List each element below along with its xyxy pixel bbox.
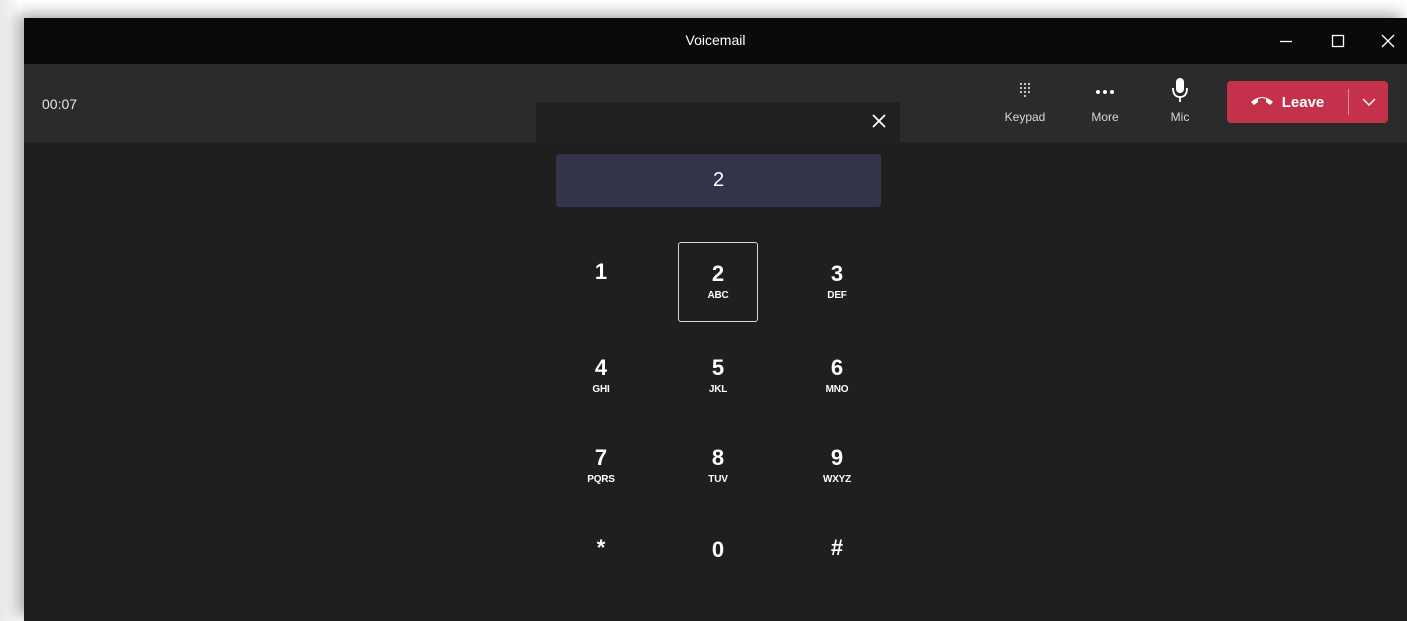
dial-key-digit: 7 — [594, 445, 608, 470]
dial-key-letters: GHI — [592, 384, 610, 395]
dial-key-letters: TUV — [708, 474, 728, 485]
dial-key-digit: * — [596, 535, 606, 560]
dial-key-5[interactable]: 5 JKL — [678, 336, 758, 416]
leave-button[interactable]: Leave — [1227, 81, 1347, 123]
dial-key-8[interactable]: 8 TUV — [678, 426, 758, 506]
leave-button-group: Leave — [1227, 81, 1388, 123]
dial-key-2[interactable]: 2 ABC — [678, 242, 758, 322]
close-icon — [1376, 29, 1400, 53]
dial-key-1[interactable]: 1 — [561, 232, 641, 312]
close-window-button[interactable] — [1376, 29, 1400, 53]
dial-key-digit: 1 — [594, 259, 608, 284]
dial-key-digit: # — [830, 535, 844, 560]
dial-key-9[interactable]: 9 WXYZ — [797, 426, 877, 506]
mic-label: Mic — [1170, 110, 1190, 124]
dialpad-header — [536, 102, 900, 142]
dial-key-digit: 4 — [594, 355, 608, 380]
dial-key-0[interactable]: 0 — [678, 510, 758, 590]
dialed-number-display: 2 — [556, 154, 881, 207]
more-icon — [1094, 83, 1116, 101]
dial-key-4[interactable]: 4 GHI — [561, 336, 641, 416]
dial-key-3[interactable]: 3 DEF — [797, 242, 877, 322]
dial-key-letters: PQRS — [587, 474, 615, 485]
dial-key-digit: 8 — [711, 445, 725, 470]
title-bar: Voicemail — [24, 18, 1407, 64]
dial-key-star[interactable]: * — [561, 508, 641, 588]
dial-key-digit: 0 — [711, 537, 725, 562]
maximize-button[interactable] — [1326, 29, 1350, 53]
dial-key-digit: 2 — [711, 261, 725, 286]
minimize-icon — [1274, 29, 1298, 53]
dial-key-letters: DEF — [827, 290, 847, 301]
close-dialpad-button[interactable] — [868, 112, 890, 134]
dial-key-digit: 6 — [830, 355, 844, 380]
close-icon — [870, 112, 888, 135]
leave-options-button[interactable] — [1349, 81, 1388, 123]
dial-key-6[interactable]: 6 MNO — [797, 336, 877, 416]
call-timer: 00:07 — [42, 96, 78, 112]
leave-label: Leave — [1281, 93, 1325, 111]
keypad-label: Keypad — [1004, 110, 1046, 124]
dial-key-digit: 9 — [830, 445, 844, 470]
dial-key-digit: 3 — [830, 261, 844, 286]
chevron-down-icon — [1362, 93, 1376, 111]
dial-key-letters: ABC — [707, 290, 729, 301]
phone-hangup-icon — [1250, 93, 1274, 111]
dial-key-letters: JKL — [708, 384, 728, 395]
keypad-icon — [1017, 81, 1033, 104]
maximize-icon — [1326, 29, 1350, 53]
dial-key-letters: MNO — [825, 384, 849, 395]
window-title: Voicemail — [685, 32, 746, 48]
dial-key-7[interactable]: 7 PQRS — [561, 426, 641, 506]
dial-key-digit: 5 — [711, 355, 725, 380]
call-window: Voicemail 00:07 Keypad More Mic Leave 2 … — [24, 18, 1407, 621]
dial-key-letters: WXYZ — [822, 474, 852, 485]
dial-key-hash[interactable]: # — [797, 508, 877, 588]
minimize-button[interactable] — [1274, 29, 1298, 53]
mic-icon — [1171, 77, 1189, 108]
more-button[interactable]: More — [1077, 78, 1133, 134]
more-label: More — [1091, 110, 1119, 124]
keypad-button[interactable]: Keypad — [997, 78, 1053, 134]
mic-button[interactable]: Mic — [1152, 77, 1208, 134]
